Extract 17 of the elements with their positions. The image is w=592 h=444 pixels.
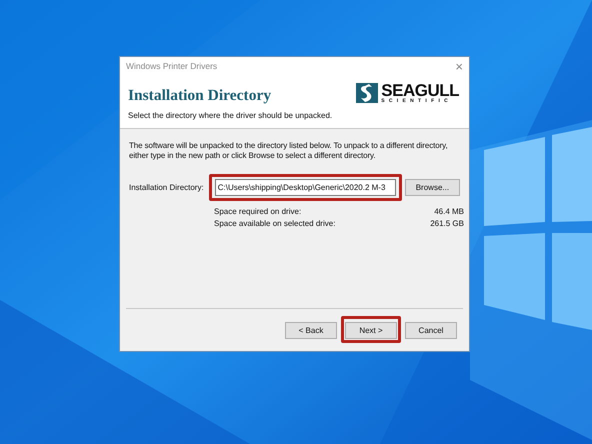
- space-value: 46.4 MB: [434, 207, 464, 216]
- field-label: Installation Directory:: [129, 183, 205, 192]
- logo-icon: [356, 83, 378, 103]
- dialog-button[interactable]: Next >: [345, 322, 397, 339]
- page-subtitle: Select the directory where the driver should be unpacked.: [128, 111, 334, 120]
- space-label: Space available on selected drive:: [214, 219, 336, 228]
- directory-field[interactable]: C:\Users\shipping\Desktop\Generic\2020.2 M-3: [214, 179, 396, 196]
- close-button[interactable]: ×: [455, 60, 463, 72]
- logo-name: SEAGULL: [381, 82, 459, 98]
- dialog-button[interactable]: Cancel: [405, 322, 457, 339]
- space-value: 261.5 GB: [430, 219, 464, 228]
- dialog-button[interactable]: < Back: [285, 322, 337, 339]
- browse-button[interactable]: Browse...: [404, 179, 460, 196]
- instructions-text: The software will be unpacked to the directory listed below. To unpack to a different directory, either type in the new path or click Browse to select a different directory.: [129, 141, 449, 161]
- space-label: Space required on drive:: [214, 207, 302, 216]
- window-title: Windows Printer Drivers: [126, 61, 218, 71]
- page-title: Installation Directory: [128, 87, 272, 105]
